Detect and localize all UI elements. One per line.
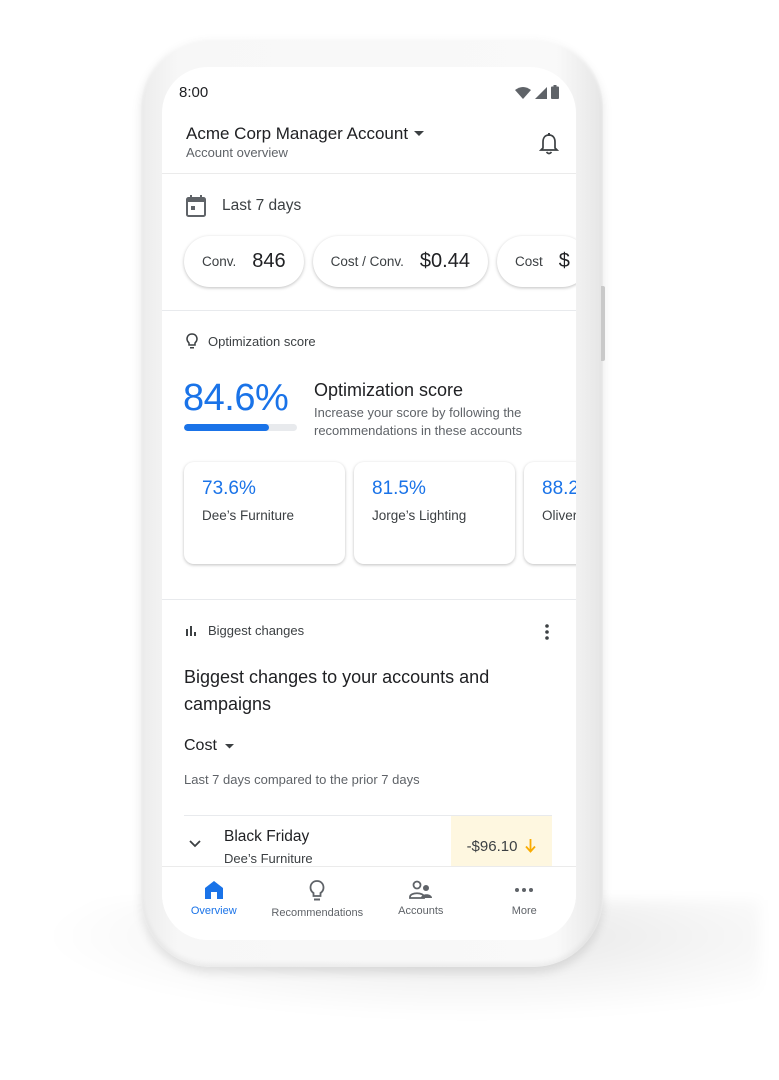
page-subtitle: Account overview [186, 145, 288, 160]
account-switcher[interactable]: Acme Corp Manager Account [186, 124, 425, 144]
nav-item-overview[interactable]: Overview [162, 867, 266, 940]
signal-icon [535, 87, 547, 99]
metric-label: Cost [514, 254, 543, 269]
metric-value: 846 [252, 250, 286, 272]
phone-side-button [601, 286, 605, 361]
account-score-cards: 73.6% Dee’s Furniture 81.5% Jorge’s Ligh… [184, 462, 576, 564]
nav-label: Recommendations [271, 907, 364, 919]
optimization-score-description: Increase your score by following the rec… [314, 405, 523, 438]
nav-item-recommendations[interactable]: Recommendations [266, 867, 370, 940]
notifications-bell-icon[interactable] [539, 133, 559, 155]
bar-chart-icon [186, 625, 196, 636]
account-score: 81.5% [372, 478, 426, 499]
dropdown-arrow-icon [224, 743, 234, 748]
optimization-score-value: 84.6% [183, 377, 289, 419]
status-time: 8:00 [179, 84, 209, 101]
calendar-icon [186, 195, 206, 217]
account-name: Acme Corp Manager Account [186, 124, 409, 143]
nav-label: Overview [190, 905, 237, 917]
nav-label: More [511, 905, 537, 917]
change-delta-value: -$96.10 [466, 837, 518, 855]
battery-icon [551, 85, 559, 99]
metric-chip-cost[interactable]: Cost $ [496, 236, 576, 287]
date-range-label: Last 7 days [222, 197, 302, 214]
date-range-selector[interactable]: Last 7 days [186, 195, 301, 217]
optimization-section-header: Optimization score [186, 333, 316, 349]
metric-chip-conversions[interactable]: Conv. 846 [184, 236, 304, 287]
account-name: Oliver [542, 508, 576, 523]
account-score: 73.6% [202, 478, 256, 499]
optimization-score-title: Optimization score [314, 380, 464, 400]
dropdown-arrow-icon [414, 131, 425, 136]
home-icon [204, 881, 223, 899]
account-card[interactable]: 81.5% Jorge’s Lighting [354, 462, 515, 564]
wifi-icon [515, 87, 531, 99]
account-card[interactable]: 88.2 Oliver [524, 462, 576, 564]
metric-chip-cost-per-conversion[interactable]: Cost / Conv. $0.44 [312, 236, 488, 287]
lightbulb-icon [309, 880, 325, 901]
account-card[interactable]: 73.6% Dee’s Furniture [184, 462, 345, 564]
nav-item-more[interactable]: More [473, 867, 577, 940]
section-divider [162, 310, 576, 311]
section-label: Optimization score [208, 333, 316, 349]
optimization-score-bar [184, 424, 297, 431]
accounts-icon [408, 880, 432, 899]
metric-value: $0.44 [419, 250, 470, 272]
account-name: Jorge’s Lighting [372, 508, 467, 523]
expand-chevron-icon[interactable] [189, 840, 201, 848]
biggest-changes-title: Biggest changes to your accounts and cam… [184, 667, 490, 714]
metric-dropdown-value: Cost [184, 737, 217, 754]
metric-label: Conv. [202, 254, 237, 269]
app-header: Acme Corp Manager Account Account overvi… [162, 115, 576, 174]
section-divider [162, 599, 576, 600]
arrow-down-icon [525, 839, 537, 853]
phone-screen: 8:00 Acme Corp Manager Account Account o… [162, 67, 576, 940]
lightbulb-icon [186, 333, 198, 349]
comparison-period-text: Last 7 days compared to the prior 7 days [184, 772, 420, 787]
biggest-changes-section-header: Biggest changes [186, 623, 304, 638]
account-score: 88.2 [542, 478, 576, 499]
account-name: Dee’s Furniture [202, 508, 295, 523]
metric-label: Cost / Conv. [330, 254, 404, 269]
more-options-icon[interactable] [545, 624, 549, 640]
campaign-account: Dee’s Furniture [224, 851, 313, 866]
bottom-navigation: Overview Recommendations Accounts More [162, 866, 576, 940]
status-icons [515, 85, 559, 99]
status-bar: 8:00 [162, 67, 576, 115]
metric-value: $ [558, 250, 570, 272]
optimization-score-bar-fill [184, 424, 269, 431]
nav-label: Accounts [398, 905, 444, 917]
section-label: Biggest changes [208, 623, 305, 638]
more-horiz-icon [515, 888, 534, 892]
metric-dropdown[interactable]: Cost [184, 737, 234, 755]
nav-item-accounts[interactable]: Accounts [369, 867, 473, 940]
campaign-name: Black Friday [224, 828, 310, 845]
metric-chips: Conv. 846 Cost / Conv. $0.44 Cost $ [184, 236, 576, 287]
